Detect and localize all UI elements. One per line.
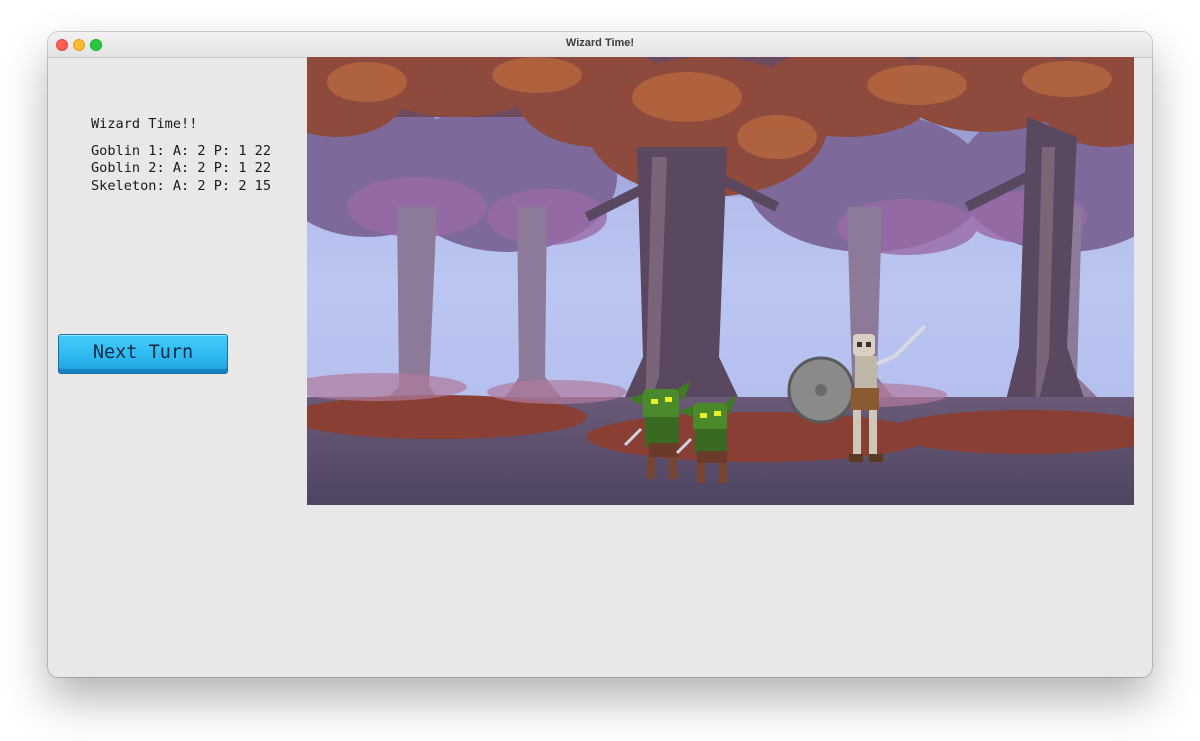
skeleton-sprite[interactable] [785, 322, 935, 467]
stat-goblin-1: Goblin 1: A: 2 P: 1 22 [91, 142, 272, 159]
status-panel: Wizard Time!! Goblin 1: A: 2 P: 1 22 Gob… [91, 116, 271, 195]
game-heading: Wizard Time!! [91, 116, 198, 132]
stat-goblin-2: Goblin 2: A: 2 P: 1 22 [91, 160, 272, 176]
battle-scene [307, 57, 1134, 505]
goblin-2-sprite[interactable] [667, 385, 747, 485]
next-turn-button[interactable]: Next Turn [58, 334, 228, 374]
window-title: Wizard Time! [565, 37, 635, 49]
stat-skeleton: Skeleton: A: 2 P: 2 15 [91, 177, 272, 194]
title-bar[interactable]: Wizard Time! [48, 32, 1152, 58]
app-window: Wizard Time! Wizard Time!! Goblin 1: A: … [48, 32, 1152, 677]
